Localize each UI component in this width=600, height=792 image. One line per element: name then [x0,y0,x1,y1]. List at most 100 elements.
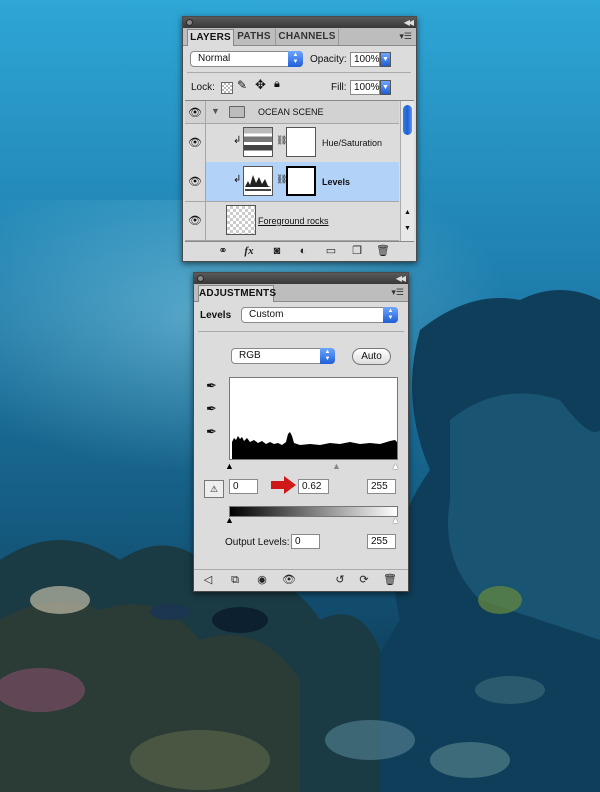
input-white-value: 255 [371,481,388,492]
collapse-icon[interactable]: ◀◀ [396,273,406,284]
disclosure-triangle-icon[interactable]: ▼ [211,106,220,116]
lock-move-icon[interactable]: ✥ [255,77,266,93]
close-dot-icon[interactable] [186,19,193,26]
mask-icon[interactable]: ◙ [269,244,285,258]
clip-icon[interactable]: ◉ [254,573,270,587]
tab-layers[interactable]: LAYERS [187,29,234,46]
auto-label: Auto [361,351,382,362]
visibility-eye-icon[interactable]: 👁︎ [185,101,206,123]
hue-saturation-adjustment-icon [243,127,273,157]
fill-value: 100% [354,82,380,93]
fill-field[interactable]: 100% [350,80,380,95]
expand-view-icon[interactable]: ⧉ [227,573,243,587]
dropdown-arrows-icon: ▲ ▼ [288,51,303,67]
scroll-down-icon[interactable]: ▼ [404,225,411,232]
reset-icon[interactable]: ⟳ [356,573,372,587]
output-black-field[interactable]: 0 [291,534,320,549]
opacity-field[interactable]: 100% [350,52,380,67]
layers-panel: ◀◀ LAYERS PATHS CHANNELS ▾☰ Normal ▲ ▼ Op… [182,16,417,262]
white-point-eyedropper-icon[interactable]: ✒ [206,423,220,441]
fx-icon[interactable]: fx [241,244,257,258]
visibility-eye-icon[interactable]: 👁︎ [185,123,206,162]
adjustments-footer: ◁ ⧉ ◉ 👁︎ ↺ ⟳ 🗑︎ [194,569,408,590]
previous-state-icon[interactable]: ↺ [332,573,348,587]
layer-row-foreground-rocks[interactable]: 👁︎ Foreground rocks [185,201,399,241]
black-output-slider[interactable]: ▲ [225,515,234,525]
scroll-thumb[interactable] [403,105,412,135]
panel-menu-icon[interactable]: ▾☰ [391,287,404,297]
red-arrow-annotation [271,476,296,494]
black-point-eyedropper-icon[interactable]: ✒ [206,377,220,395]
layers-panel-titlebar[interactable]: ◀◀ [183,17,416,28]
channel-value: RGB [239,350,261,361]
white-input-slider[interactable]: ▲ [391,461,400,471]
new-layer-icon[interactable]: ❐ [349,244,365,258]
clipping-warning-icon[interactable]: ⚠ [204,480,224,498]
output-white-field[interactable]: 255 [367,534,396,549]
trash-icon[interactable]: 🗑︎ [382,573,398,587]
adjustments-panel-titlebar[interactable]: ◀◀ [194,273,408,284]
visibility-eye-icon[interactable]: 👁︎ [185,162,206,201]
gamma-input-slider[interactable]: ▲ [332,461,341,471]
input-levels-track[interactable]: ▲ ▲ ▲ [225,461,400,471]
visibility-eye-icon[interactable]: 👁︎ [185,201,206,240]
histogram [229,377,398,460]
dropdown-arrows-icon: ▲ ▼ [383,307,398,323]
layer-row-levels[interactable]: 👁︎ ↲ ⛓ Levels [185,162,399,202]
adjustment-layer-icon[interactable]: ◐ [295,244,311,258]
output-white-value: 255 [371,536,388,547]
opacity-label: Opacity: [310,54,347,65]
layer-row-group[interactable]: 👁︎ ▼ OCEAN SCENE [185,101,399,124]
tab-channels[interactable]: CHANNELS [276,29,339,45]
fill-slider-button[interactable]: ▼ [380,80,391,95]
layer-mask-thumbnail[interactable] [286,166,316,196]
preset-label: Levels [200,310,232,321]
folder-icon [229,106,245,118]
opacity-slider-button[interactable]: ▼ [380,52,391,67]
layer-list-scrollbar[interactable]: ▲ ▼ [400,101,414,241]
lock-transparent-icon[interactable] [221,82,233,94]
channel-dropdown[interactable]: RGB ▲ ▼ [231,348,335,364]
white-output-slider[interactable]: ▲ [391,515,400,525]
output-levels-track[interactable]: ▲ ▲ [225,515,400,527]
layers-footer: ⚭ fx ◙ ◐ ▭ ❐ 🗑︎ [183,242,416,260]
preset-dropdown[interactable]: Custom ▲ ▼ [241,307,398,323]
auto-button[interactable]: Auto [352,348,391,365]
opacity-value: 100% [354,54,380,65]
scroll-up-icon[interactable]: ▲ [404,209,411,216]
layer-row-hue-saturation[interactable]: 👁︎ ↲ ⛓ Hue/Saturation [185,123,399,163]
layer-mask-thumbnail[interactable] [286,127,316,157]
visibility-eye-icon[interactable]: 👁︎ [281,573,297,587]
tab-adjustments[interactable]: ADJUSTMENTS [198,285,276,302]
layer-list: 👁︎ ▼ OCEAN SCENE 👁︎ ↲ ⛓ Hue/Saturation 👁… [185,100,414,242]
group-folder-icon[interactable]: ▭ [323,244,339,258]
gray-point-eyedropper-icon[interactable]: ✒ [206,400,220,418]
layer-name: OCEAN SCENE [258,107,324,117]
layer-name: Foreground rocks [258,216,329,226]
lock-brush-icon[interactable]: ✎ [237,78,247,92]
input-black-value: 0 [233,481,239,492]
adjustments-panel: ◀◀ ADJUSTMENTS ▾☰ Levels Custom ▲ ▼ RGB ▲… [193,272,409,592]
close-dot-icon[interactable] [197,275,204,282]
divider [187,72,411,73]
levels-adjustment-icon [243,166,273,196]
back-arrow-icon[interactable]: ◁ [200,573,216,587]
adjustments-tabbar: ADJUSTMENTS ▾☰ [194,284,408,302]
collapse-icon[interactable]: ◀◀ [404,17,414,28]
blend-mode-dropdown[interactable]: Normal ▲ ▼ [190,51,303,67]
layer-thumbnail [226,205,256,235]
trash-icon[interactable]: 🗑︎ [375,244,391,258]
input-black-field[interactable]: 0 [229,479,258,494]
divider [198,331,404,332]
input-gamma-field[interactable]: 0.62 [298,479,329,494]
fill-label: Fill: [331,82,347,93]
layers-tabbar: LAYERS PATHS CHANNELS ▾☰ [183,28,416,46]
panel-menu-icon[interactable]: ▾☰ [399,31,412,41]
black-input-slider[interactable]: ▲ [225,461,234,471]
lock-all-icon[interactable]: 🔒︎ [274,78,280,91]
tab-paths[interactable]: PATHS [233,29,276,45]
clip-arrow-icon: ↲ [233,174,242,185]
link-icon[interactable]: ⚭ [215,244,231,258]
input-white-field[interactable]: 255 [367,479,396,494]
input-gamma-value: 0.62 [302,481,322,492]
